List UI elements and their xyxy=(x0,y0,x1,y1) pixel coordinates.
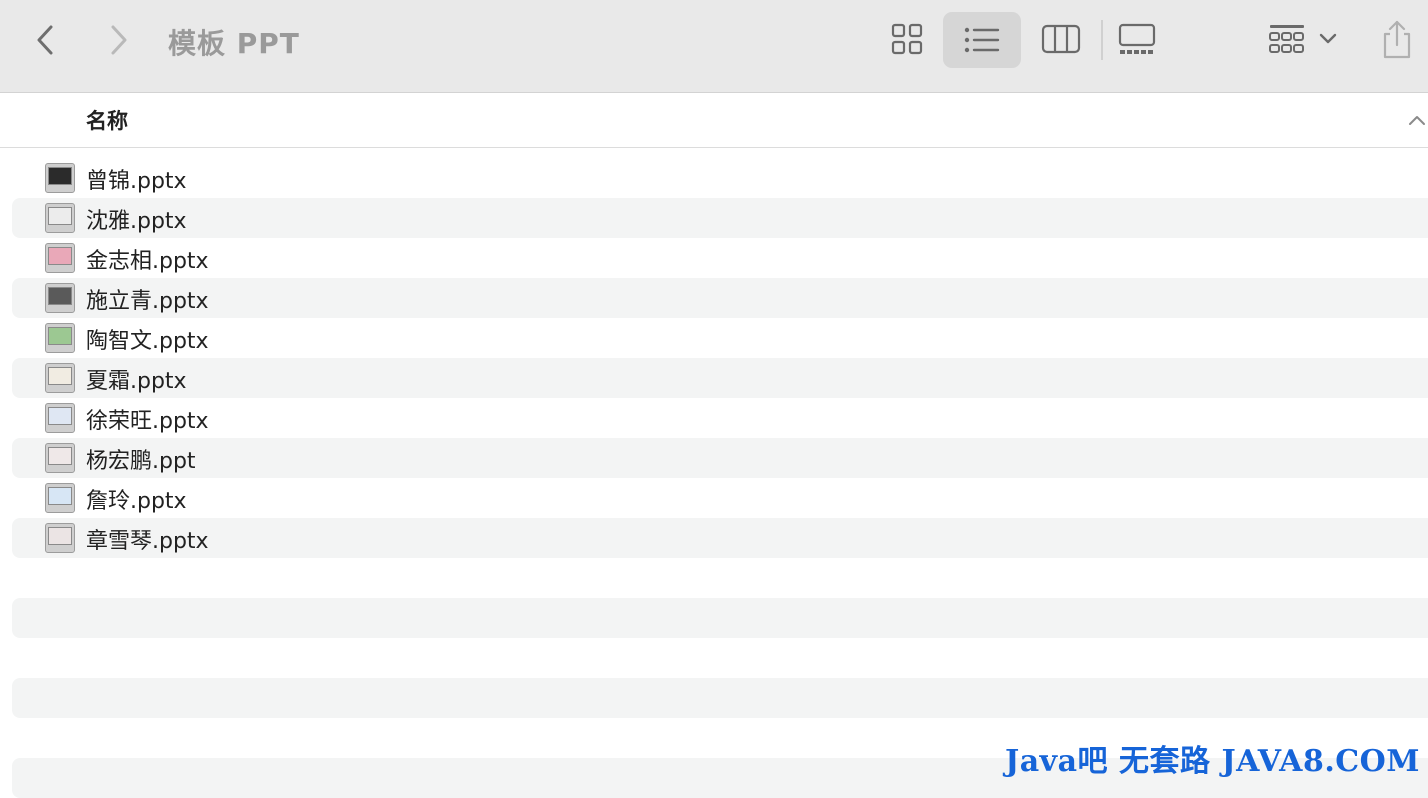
file-name: 沈雅.pptx xyxy=(86,209,187,234)
list-item[interactable]: 章雪琴.pptx xyxy=(12,518,1428,558)
pptx-file-icon xyxy=(45,363,75,393)
window-title: 模板 PPT xyxy=(168,27,300,60)
file-name: 夏霜.pptx xyxy=(86,369,187,394)
list-item[interactable]: 曾锦.pptx xyxy=(12,158,1428,198)
watermark-text: Java吧 无套路 JAVA8.COM xyxy=(1005,744,1420,779)
pptx-file-icon xyxy=(45,483,75,513)
list-item[interactable]: 詹玲.pptx xyxy=(12,478,1428,518)
sort-ascending-icon[interactable] xyxy=(1406,109,1428,131)
empty-row-stripe xyxy=(12,598,1428,638)
column-view-button[interactable] xyxy=(1038,16,1084,62)
empty-row-stripe xyxy=(12,678,1428,718)
share-button[interactable] xyxy=(1374,14,1420,64)
list-item[interactable]: 沈雅.pptx xyxy=(12,198,1428,238)
pptx-file-icon xyxy=(45,283,75,313)
chevron-down-icon xyxy=(1319,33,1337,44)
back-button[interactable] xyxy=(26,20,66,60)
list-item[interactable]: 杨宏鹏.ppt xyxy=(12,438,1428,478)
group-by-button[interactable] xyxy=(1262,16,1344,62)
list-header: 名称 xyxy=(0,93,1428,148)
list-view-button[interactable] xyxy=(943,12,1021,68)
file-name: 曾锦.pptx xyxy=(86,169,187,194)
group-grid-icon xyxy=(1269,25,1304,53)
share-icon xyxy=(1383,20,1411,59)
list-item[interactable]: 夏霜.pptx xyxy=(12,358,1428,398)
list-item[interactable]: 金志相.pptx xyxy=(12,238,1428,278)
pptx-file-icon xyxy=(45,523,75,553)
ppt-file-icon xyxy=(45,443,75,473)
file-name: 章雪琴.pptx xyxy=(86,529,209,554)
gallery-icon xyxy=(1118,23,1156,54)
columns-icon xyxy=(1041,24,1081,54)
chevron-right-icon xyxy=(111,25,127,55)
list-icon xyxy=(964,27,1000,53)
file-name: 陶智文.pptx xyxy=(86,329,209,354)
chevron-left-icon xyxy=(37,25,53,55)
list-item[interactable]: 施立青.pptx xyxy=(12,278,1428,318)
finder-toolbar: 模板 PPT xyxy=(0,0,1428,93)
pptx-file-icon xyxy=(45,203,75,233)
file-name: 詹玲.pptx xyxy=(86,489,187,514)
gallery-view-button[interactable] xyxy=(1112,16,1162,62)
forward-button[interactable] xyxy=(98,20,138,60)
file-name: 徐荣旺.pptx xyxy=(86,409,209,434)
pptx-file-icon xyxy=(45,403,75,433)
list-item[interactable]: 徐荣旺.pptx xyxy=(12,398,1428,438)
list-item[interactable]: 陶智文.pptx xyxy=(12,318,1428,358)
name-column-header[interactable]: 名称 xyxy=(86,105,128,135)
file-name: 施立青.pptx xyxy=(86,289,209,314)
icon-view-button[interactable] xyxy=(884,16,930,62)
pptx-file-icon xyxy=(45,163,75,193)
grid-icon xyxy=(891,23,923,55)
file-name: 杨宏鹏.ppt xyxy=(86,449,196,474)
pptx-file-icon xyxy=(45,323,75,353)
toolbar-divider xyxy=(1101,20,1103,60)
pptx-file-icon xyxy=(45,243,75,273)
file-name: 金志相.pptx xyxy=(86,249,209,274)
